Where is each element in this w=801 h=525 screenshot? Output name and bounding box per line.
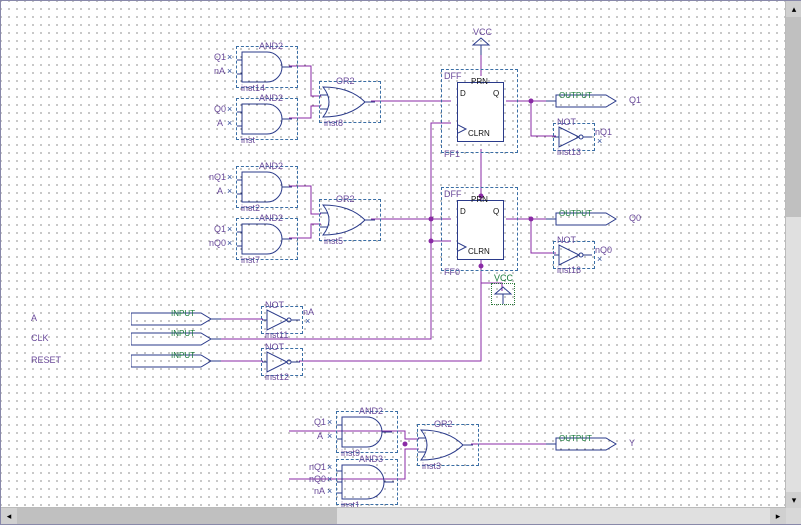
or-icon	[418, 425, 478, 465]
gate-not-inst16[interactable]	[553, 241, 595, 269]
vertical-scrollbar[interactable]: ▴ ▾	[785, 1, 801, 508]
vcc-icon	[492, 284, 514, 304]
not-icon	[554, 242, 594, 268]
scroll-thumb[interactable]	[17, 508, 337, 524]
output-pin-icon	[546, 209, 626, 229]
scroll-down-icon[interactable]: ▾	[786, 492, 801, 508]
scroll-right-icon[interactable]: ▸	[770, 508, 786, 524]
flipflop-ff1[interactable]	[441, 69, 518, 153]
vcc-symbol-selected[interactable]	[491, 283, 515, 305]
input-pin-icon	[131, 329, 221, 349]
output-pin-icon	[546, 434, 626, 454]
scrollbar-corner	[786, 508, 801, 524]
gate-or-inst3[interactable]	[417, 424, 479, 466]
horizontal-scrollbar[interactable]: ◂ ▸	[1, 507, 786, 524]
gate-and-inst[interactable]	[236, 98, 298, 140]
schematic-canvas[interactable]: AND2 inst14 Q1 × nA × AND2 inst Q0 × A ×…	[0, 0, 801, 525]
scroll-thumb[interactable]	[786, 17, 801, 217]
output-pin-icon	[546, 91, 626, 111]
and-icon	[237, 219, 297, 259]
not-icon	[262, 349, 302, 375]
input-pin-icon	[131, 351, 221, 371]
gate-and-inst9[interactable]	[336, 411, 398, 453]
wire-layer	[1, 1, 801, 524]
or-icon	[320, 200, 380, 240]
gate-and-inst2[interactable]	[236, 166, 298, 208]
vcc-icon	[471, 37, 491, 55]
and-icon	[337, 412, 397, 452]
not-icon	[262, 307, 302, 333]
flipflop-ff0[interactable]	[441, 187, 518, 271]
input-pin-icon	[131, 309, 221, 329]
and-icon	[237, 99, 297, 139]
gate-not-inst11[interactable]	[261, 306, 303, 334]
ff-body	[457, 200, 504, 260]
scroll-up-icon[interactable]: ▴	[786, 1, 801, 17]
ff-clk-icon	[458, 83, 503, 141]
and3-icon	[337, 460, 397, 504]
or-icon	[320, 82, 380, 122]
ff-clk-icon	[458, 201, 503, 259]
and-icon	[237, 47, 297, 87]
gate-or-inst8[interactable]	[319, 81, 381, 123]
gate-and-inst7[interactable]	[236, 218, 298, 260]
gate-or-inst5[interactable]	[319, 199, 381, 241]
gate-not-inst13[interactable]	[553, 123, 595, 151]
gate-and-inst14[interactable]	[236, 46, 298, 88]
not-icon	[554, 124, 594, 150]
ff-body	[457, 82, 504, 142]
scroll-left-icon[interactable]: ◂	[1, 508, 17, 524]
gate-and3-inst1[interactable]	[336, 459, 398, 505]
gate-not-inst12[interactable]	[261, 348, 303, 376]
and-icon	[237, 167, 297, 207]
